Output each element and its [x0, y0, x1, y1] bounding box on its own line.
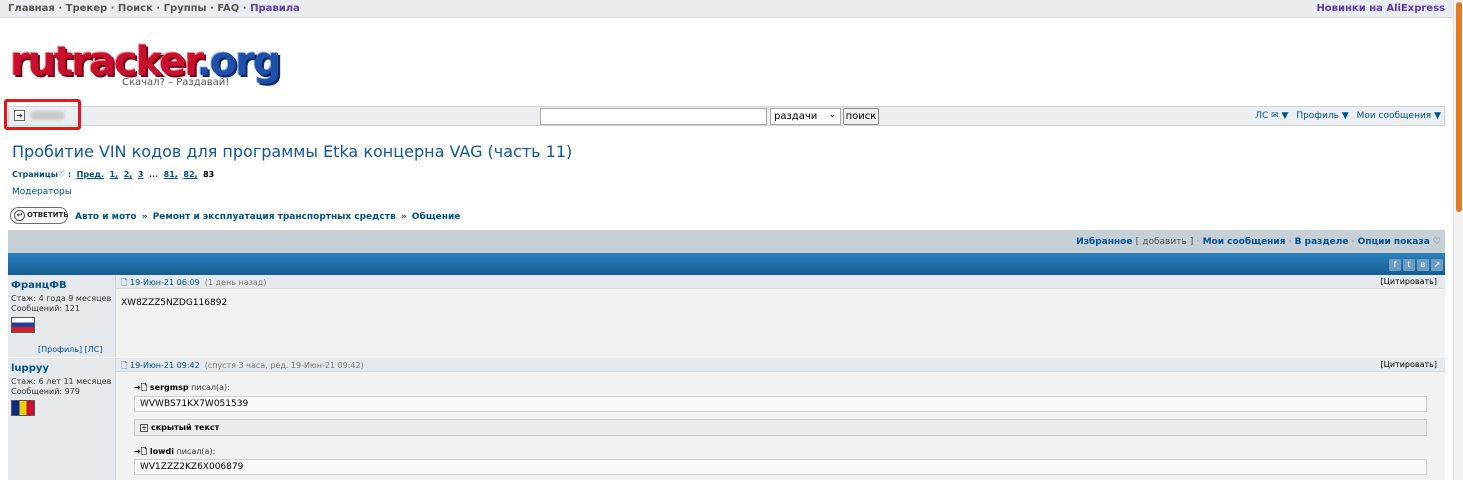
post-header: 🗋 19-Июн-21 06:09 (1 день назад) [Цитиро… [116, 275, 1445, 289]
nav-separator: · [242, 3, 247, 14]
reply-icon: ↩ [14, 210, 25, 221]
topic-header-bar [8, 253, 1445, 275]
private-messages-menu[interactable]: ЛС ✉ ▼ [1255, 111, 1288, 121]
in-section-link[interactable]: В разделе [1295, 237, 1349, 247]
post-author-panel: ФранцФВ Стаж: 4 года 9 месяцев Сообщений… [8, 275, 116, 357]
quote-icon: ➜🗋 [134, 447, 150, 456]
login-icon[interactable]: ➜ [14, 110, 25, 121]
author-messages: Сообщений: 121 [11, 304, 80, 313]
favorites-label: Избранное [1076, 237, 1133, 247]
current-page: 83 [203, 170, 215, 179]
post-author-panel: luppyy Стаж: 6 лет 11 месяцев Сообщений:… [8, 358, 116, 480]
heart-icon: ♡ : [57, 170, 72, 179]
blurred-username[interactable] [31, 111, 64, 120]
site-logo[interactable]: rutracker.org Скачал? – Раздавай! [10, 40, 281, 92]
share-icon[interactable]: ↗ [1431, 259, 1443, 271]
breadcrumb-separator: » [141, 212, 148, 222]
page-link[interactable]: 82, [183, 170, 197, 179]
my-messages-menu[interactable]: Мои сообщения ▼ [1357, 111, 1441, 121]
pages-label: Страницы [12, 170, 58, 179]
post-icon: 🗋 [121, 278, 130, 287]
breadcrumb-link[interactable]: Ремонт и эксплуатация транспортных средс… [153, 212, 396, 222]
russia-flag-icon [11, 317, 35, 333]
add-favorite-link[interactable]: добавить [1142, 237, 1187, 247]
topic-title[interactable]: Пробитие VIN кодов для программы Etka ко… [12, 142, 572, 161]
post-date[interactable]: 🗋 19-Июн-21 06:09 (1 день назад) [121, 277, 266, 291]
top-navigation: Главная · Трекер · Поиск · Группы · FAQ … [0, 0, 1453, 18]
nav-separator: · [110, 3, 115, 14]
topic-toolbar: Избранное [ добавить ] · Мои сообщения ·… [8, 230, 1445, 253]
breadcrumb-link[interactable]: Общение [412, 212, 461, 222]
quote-author[interactable]: sergmsp [150, 383, 189, 392]
post-date[interactable]: 🗋 19-Июн-21 09:42 (спустя 3 часа, ред. 1… [121, 360, 364, 374]
post-content: 🗋 19-Июн-21 06:09 (1 день назад) [Цитиро… [116, 275, 1445, 357]
quote-title: ➜🗋 lowdi писал(а): [134, 447, 216, 456]
nav-link-rules[interactable]: Правила [250, 3, 300, 14]
toolbar-links: Избранное [ добавить ] · Мои сообщения ·… [1076, 237, 1441, 247]
nav-link-tracker[interactable]: Трекер [66, 3, 108, 14]
nav-separator: · [210, 3, 214, 14]
chevron-down-icon: ⌄ [828, 110, 836, 120]
quote-author[interactable]: lowdi [150, 447, 174, 456]
top-nav-links: Главная · Трекер · Поиск · Группы · FAQ … [8, 3, 300, 14]
page-prev-link[interactable]: Пред. [77, 170, 104, 179]
page-link[interactable]: 3 [138, 170, 144, 179]
post-date-note: (1 день назад) [204, 278, 267, 287]
romania-flag-icon [11, 400, 35, 416]
heart-icon: ♡ [1432, 237, 1441, 247]
post-icon: 🗋 [121, 361, 130, 370]
breadcrumb-link[interactable]: Авто и мото [75, 212, 137, 222]
page-ellipsis: ... [148, 170, 159, 179]
quote-icon: ➜🗋 [134, 383, 150, 392]
author-experience: Стаж: 4 года 9 месяцев [11, 294, 112, 303]
hidden-text-spoiler[interactable]: + скрытый текст [134, 419, 1427, 436]
page-link[interactable]: 2, [124, 170, 133, 179]
aliexpress-link[interactable]: Новинки на AliExpress [1316, 3, 1445, 14]
post-date-note: (спустя 3 часа, ред. 19-Июн-21 09:42) [204, 361, 364, 370]
author-nick[interactable]: ФранцФВ [11, 280, 67, 291]
nav-link-groups[interactable]: Группы [164, 3, 207, 14]
quote-link[interactable]: [Цитировать] [1381, 277, 1437, 286]
nav-separator: · [58, 3, 63, 14]
post-header: 🗋 19-Июн-21 09:42 (спустя 3 часа, ред. 1… [116, 358, 1445, 372]
quote-title: ➜🗋 sergmsp писал(а): [134, 383, 230, 392]
page-link[interactable]: 1, [110, 170, 119, 179]
author-nick[interactable]: luppyy [11, 363, 49, 374]
logo-slogan: Скачал? – Раздавай! [122, 77, 230, 88]
display-options-link[interactable]: Опции показа [1358, 237, 1430, 247]
user-menus: ЛС ✉ ▼ Профиль ▼ Мои сообщения ▼ [1250, 111, 1441, 121]
facebook-icon[interactable]: f [1389, 259, 1401, 271]
breadcrumb: Авто и мото » Ремонт и эксплуатация тран… [75, 212, 460, 222]
author-experience: Стаж: 6 лет 11 месяцев [11, 377, 112, 386]
nav-link-faq[interactable]: FAQ [217, 3, 239, 14]
nav-separator: · [156, 3, 161, 14]
author-messages: Сообщений: 979 [11, 387, 80, 396]
moderators-link[interactable]: Модераторы [12, 187, 72, 197]
search-scope-select[interactable]: раздачи ⌄ [770, 108, 841, 125]
nav-link-search[interactable]: Поиск [118, 3, 153, 14]
quote-box: WVWBS71KX7W051539 [134, 396, 1427, 412]
profile-links[interactable]: [Профиль] [ЛС] [38, 345, 102, 354]
page-scrollbar[interactable] [1453, 0, 1463, 480]
scrollbar-thumb[interactable] [1456, 2, 1462, 212]
post-content: 🗋 19-Июн-21 09:42 (спустя 3 часа, ред. 1… [116, 358, 1445, 480]
search-input[interactable] [540, 108, 767, 125]
expand-icon: + [140, 424, 148, 432]
vk-icon[interactable]: в [1417, 259, 1429, 271]
post: luppyy Стаж: 6 лет 11 месяцев Сообщений:… [8, 358, 1445, 480]
post: ФранцФВ Стаж: 4 года 9 месяцев Сообщений… [8, 275, 1445, 357]
nav-link-home[interactable]: Главная [8, 3, 55, 14]
reply-button[interactable]: ↩ ОТВЕТИТЬ [10, 207, 69, 224]
post-body: XW8ZZZ5NZDG116892 [121, 298, 228, 308]
breadcrumb-separator: » [400, 212, 407, 222]
twitter-icon[interactable]: t [1403, 259, 1415, 271]
my-posts-link[interactable]: Мои сообщения [1203, 237, 1286, 247]
quote-box: WV1ZZZ2KZ6X006879 [134, 459, 1427, 475]
profile-menu[interactable]: Профиль ▼ [1296, 111, 1348, 121]
quote-link[interactable]: [Цитировать] [1381, 360, 1437, 369]
social-share-buttons: f t в ↗ [1387, 257, 1443, 271]
page-link[interactable]: 81, [164, 170, 178, 179]
pagination: Страницы♡ : Пред. 1, 2, 3 ... 81, 82, 83 [12, 170, 214, 179]
search-button[interactable]: поиск [843, 108, 879, 125]
